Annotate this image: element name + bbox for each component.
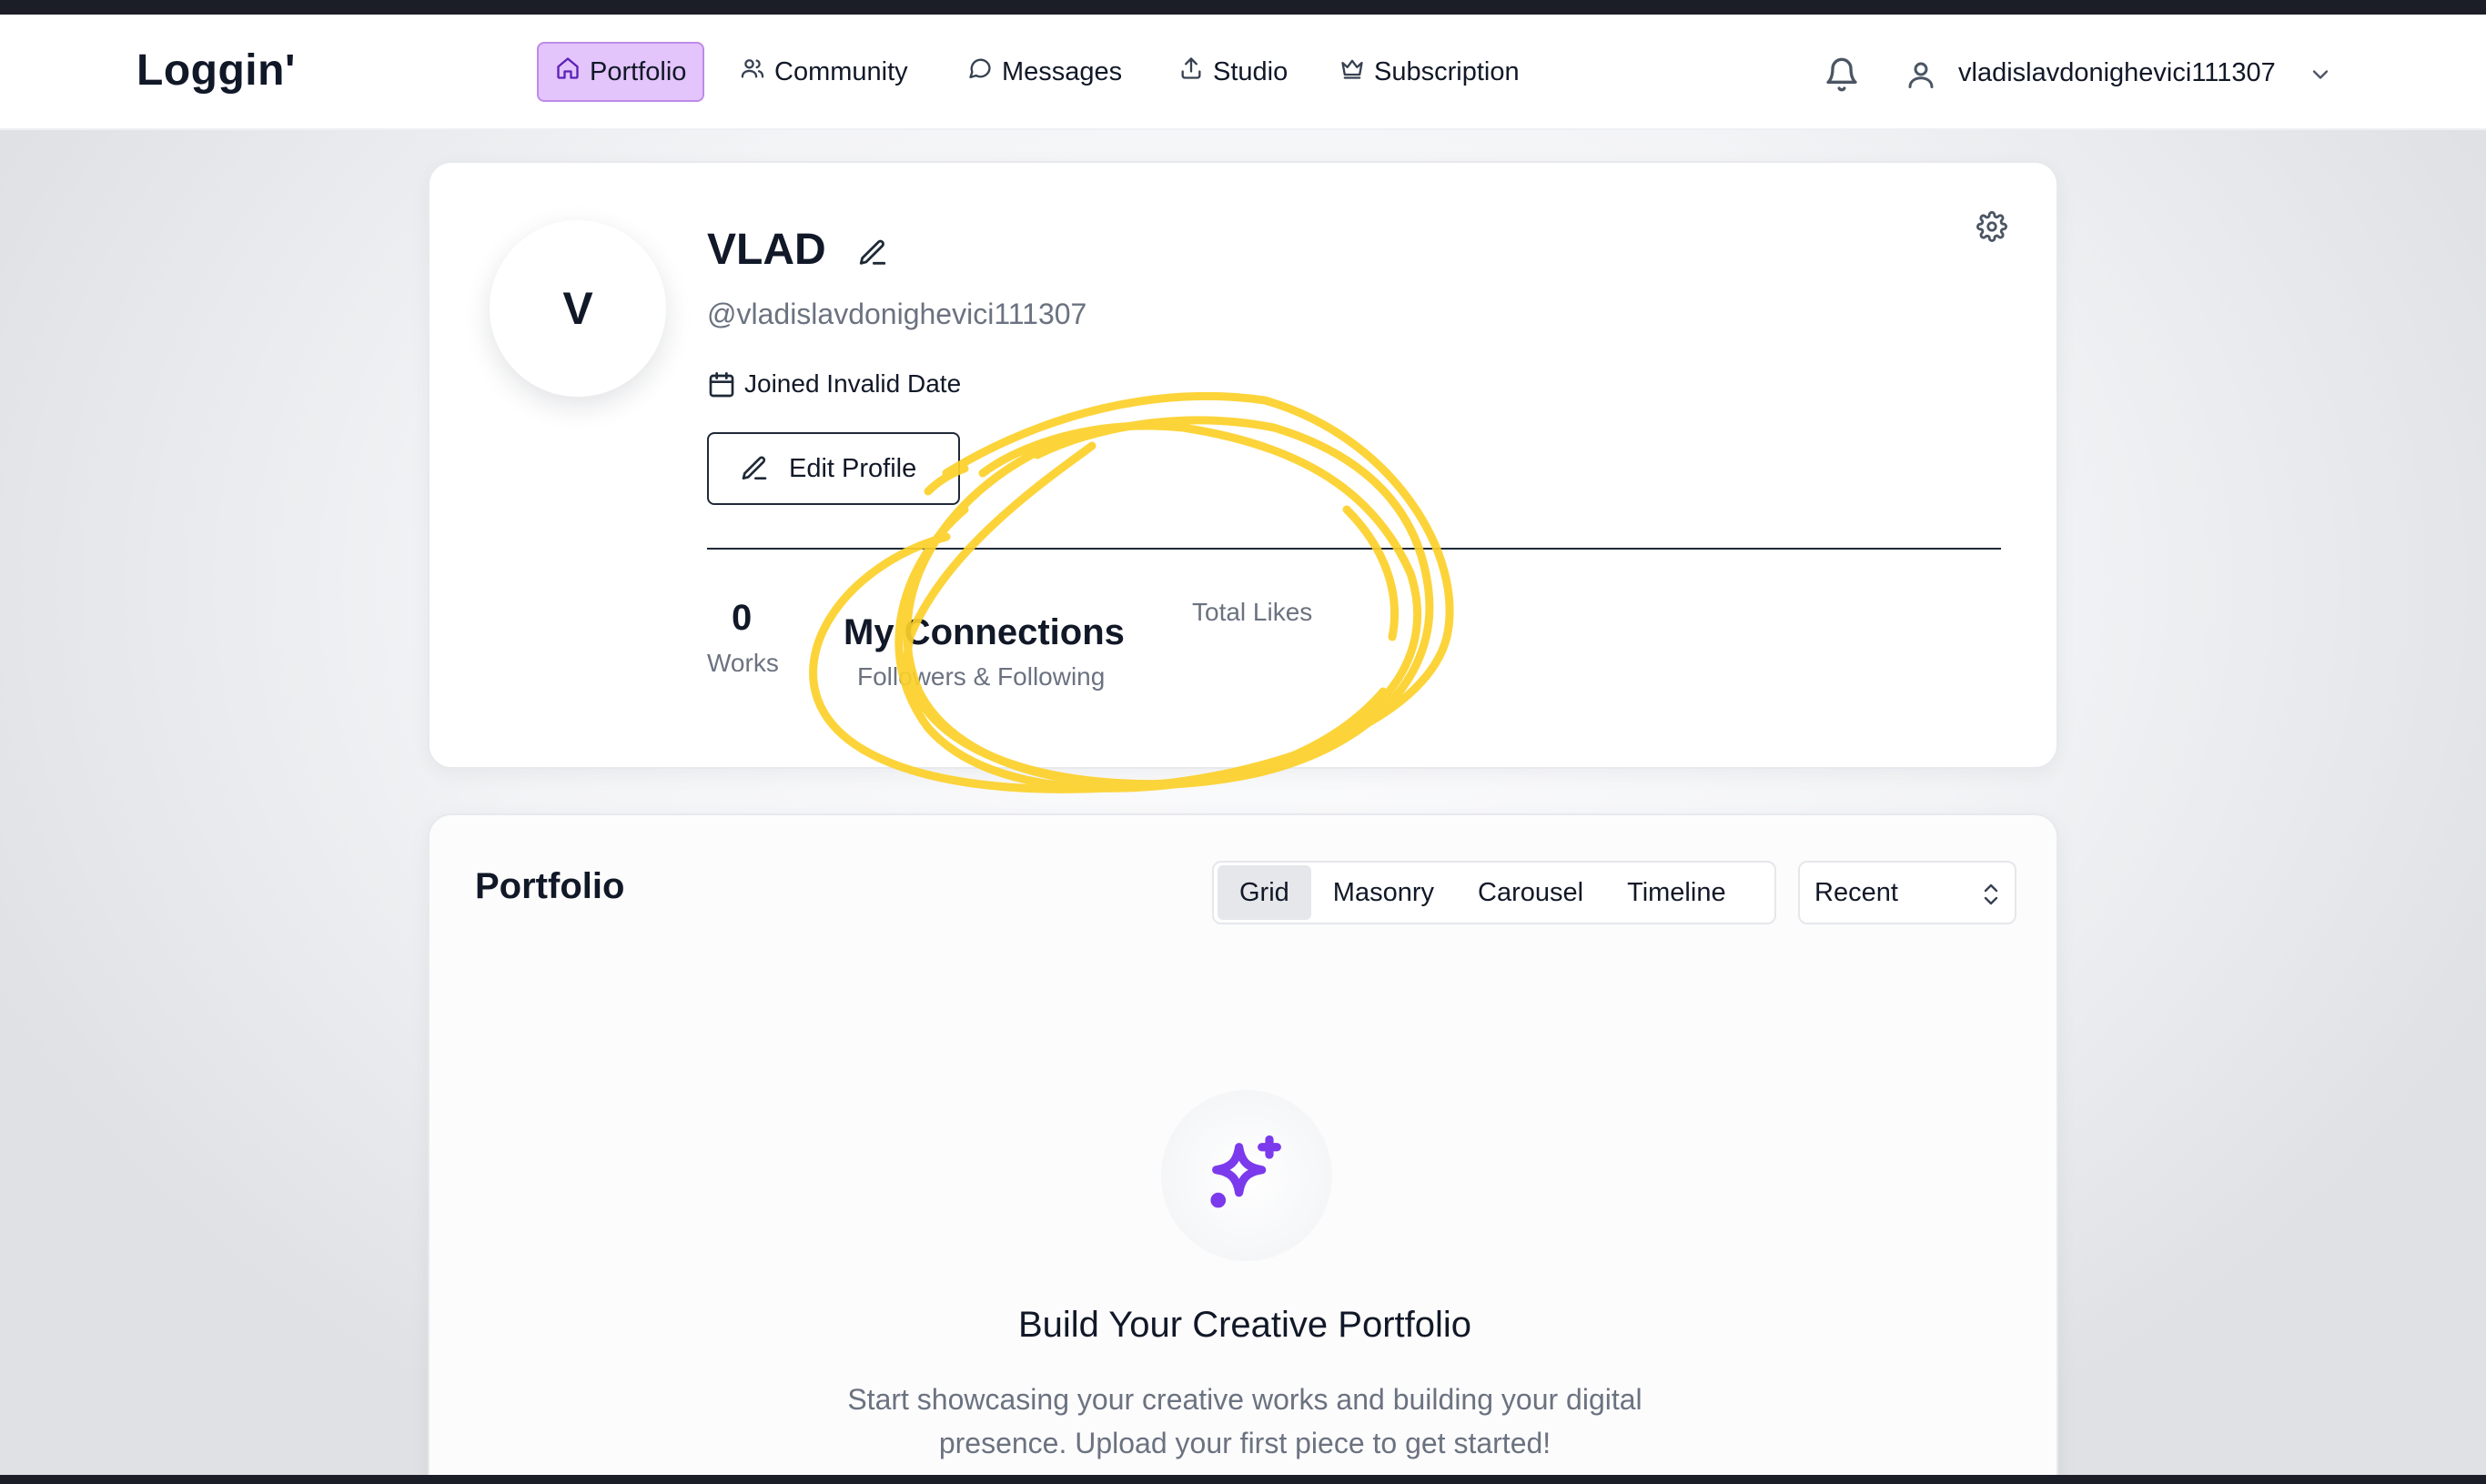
app-logo[interactable]: Loggin': [136, 45, 296, 96]
works-count: 0: [732, 598, 753, 638]
view-timeline-button[interactable]: Timeline: [1605, 865, 1748, 920]
nav-studio-label: Studio: [1213, 56, 1288, 86]
nav-portfolio[interactable]: Portfolio: [537, 42, 705, 102]
crown-icon: [1339, 56, 1365, 88]
nav-portfolio-label: Portfolio: [590, 56, 687, 86]
empty-state-description: Start showcasing your creative works and…: [847, 1383, 1642, 1459]
message-icon: [967, 56, 993, 88]
empty-state-title: Build Your Creative Portfolio: [1017, 1305, 1472, 1345]
sparkles-icon: [1210, 1135, 1281, 1208]
screen-top-bezel: [0, 0, 2486, 15]
user-icon[interactable]: [1905, 58, 1937, 91]
users-icon: [740, 56, 765, 88]
connections-title[interactable]: My Connections: [844, 612, 1125, 653]
nav-subscription-label: Subscription: [1374, 56, 1520, 86]
view-carousel-button[interactable]: Carousel: [1456, 865, 1605, 920]
pencil-icon: [740, 454, 769, 483]
edit-profile-button[interactable]: Edit Profile: [707, 432, 960, 505]
profile-handle: @vladislavdonighevici111307: [707, 298, 1087, 330]
works-label: Works: [707, 649, 779, 677]
sort-select-value: Recent: [1814, 877, 1898, 907]
nav-messages[interactable]: Messages: [951, 42, 1138, 102]
view-grid-button[interactable]: Grid: [1218, 865, 1311, 920]
sparkles-icon-badge: [1161, 1090, 1332, 1261]
profile-display-name: VLAD: [707, 226, 826, 274]
nav-subscription[interactable]: Subscription: [1323, 42, 1536, 102]
nav-community[interactable]: Community: [723, 42, 925, 102]
avatar: V: [490, 220, 666, 397]
profile-card: V VLAD @vladislavdonighevici111307 Joine…: [428, 161, 2058, 769]
portfolio-card: Portfolio Grid Masonry Carousel Timeline…: [428, 813, 2058, 1484]
portfolio-title: Portfolio: [475, 866, 625, 906]
calendar-icon: [707, 370, 736, 399]
screen-bottom-bezel: [0, 1475, 2486, 1484]
connections-label[interactable]: Followers & Following: [857, 662, 1105, 692]
home-icon: [555, 56, 581, 88]
view-masonry-button[interactable]: Masonry: [1311, 865, 1456, 920]
user-menu-name[interactable]: vladislavdonighevici111307: [1958, 58, 2276, 88]
edit-profile-label: Edit Profile: [789, 453, 917, 483]
profile-divider: [707, 548, 2001, 550]
upload-icon: [1178, 56, 1204, 88]
top-navbar: Loggin' Portfolio Community Messages Stu…: [0, 15, 2486, 130]
nav-messages-label: Messages: [1002, 56, 1123, 86]
edit-name-icon[interactable]: [857, 237, 888, 268]
view-mode-toggle: Grid Masonry Carousel Timeline: [1212, 861, 1776, 924]
chevron-down-icon[interactable]: [2308, 62, 2333, 87]
sort-select[interactable]: Recent: [1798, 861, 2016, 924]
chevron-up-down-icon: [1984, 883, 1998, 905]
total-likes-label: Total Likes: [1192, 598, 1313, 626]
bell-icon[interactable]: [1824, 56, 1860, 93]
joined-date: Joined Invalid Date: [744, 369, 962, 398]
gear-icon[interactable]: [1976, 211, 2007, 242]
nav-community-label: Community: [774, 56, 908, 86]
nav-studio[interactable]: Studio: [1162, 42, 1304, 102]
